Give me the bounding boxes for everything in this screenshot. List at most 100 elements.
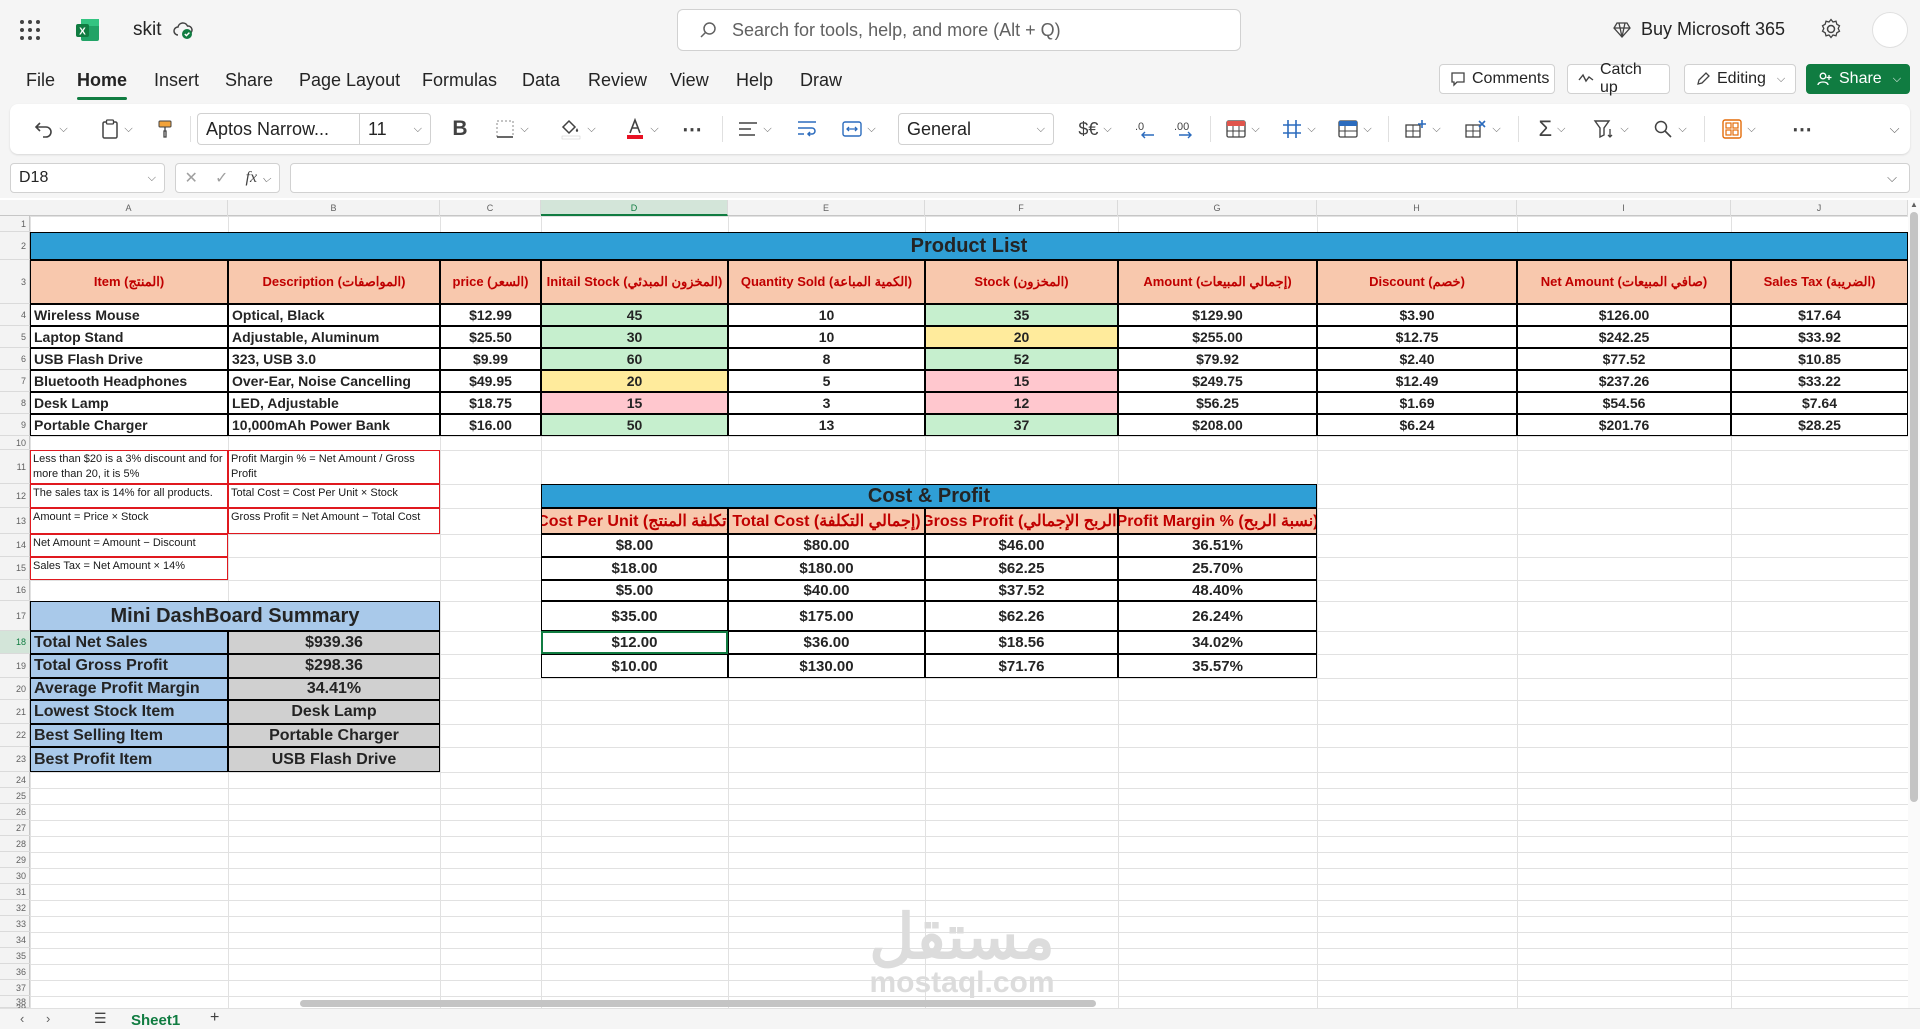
account-avatar[interactable] [1872,12,1908,48]
product-cell-r4-c3[interactable]: $12.99 [440,304,541,326]
product-cell-r9-c7[interactable]: $208.00 [1118,414,1317,436]
product-cell-r6-c7[interactable]: $79.92 [1118,348,1317,370]
app-launcher-icon[interactable] [18,18,42,42]
product-cell-r5-c2[interactable]: Adjustable, Aluminum [228,326,440,348]
dashboard-label-1[interactable]: Total Net Sales [30,631,228,654]
product-cell-r5-c8[interactable]: $12.75 [1317,326,1517,348]
dashboard-label-5[interactable]: Best Selling Item [30,724,228,747]
product-cell-r7-c10[interactable]: $33.22 [1731,370,1908,392]
note-sales-tax-formula[interactable]: Sales Tax = Net Amount × 14% [30,557,228,580]
ribbon-collapse-button[interactable]: ⌵ [1878,104,1906,154]
add-sheet-button[interactable]: + [210,1009,219,1027]
cost-cell-r16-c2[interactable]: $40.00 [728,580,925,601]
align-button[interactable]: ⌵ [730,104,780,154]
product-cell-r8-c5[interactable]: 3 [728,392,925,414]
number-format-select[interactable]: General ⌵ [898,113,1054,145]
tab-page-layout[interactable]: Page Layout [299,70,400,91]
product-cell-r8-c3[interactable]: $18.75 [440,392,541,414]
product-cell-r4-c2[interactable]: Optical, Black [228,304,440,326]
product-cell-r8-c10[interactable]: $7.64 [1731,392,1908,414]
product-header-7[interactable]: Amount (إجمالي المبيعات) [1118,260,1317,304]
tab-insert[interactable]: Insert [154,70,199,91]
product-cell-r7-c4[interactable]: 20 [541,370,728,392]
selected-cell-d18[interactable] [541,631,728,654]
cost-cell-r16-c1[interactable]: $5.00 [541,580,728,601]
scroll-tabs-right-icon[interactable]: › [46,1011,50,1026]
cost-cell-r19-c1[interactable]: $10.00 [541,654,728,678]
cost-cell-r15-c1[interactable]: $18.00 [541,557,728,580]
note-discount-rule[interactable]: Less than $20 is a 3% discount and for m… [30,450,228,484]
product-cell-r6-c3[interactable]: $9.99 [440,348,541,370]
cost-cell-r17-c3[interactable]: $62.26 [925,601,1118,631]
tab-share[interactable]: Share [225,70,273,91]
search-box[interactable]: Search for tools, help, and more (Alt + … [677,9,1241,51]
product-cell-r7-c8[interactable]: $12.49 [1317,370,1517,392]
product-cell-r5-c4[interactable]: 30 [541,326,728,348]
clipboard-button[interactable]: ⌵ [92,104,142,154]
undo-button[interactable]: ⌵ [26,104,76,154]
bold-button[interactable]: B [442,104,478,154]
product-cell-r6-c9[interactable]: $77.52 [1517,348,1731,370]
product-cell-r5-c9[interactable]: $242.25 [1517,326,1731,348]
cost-cell-r18-c4[interactable]: 34.02% [1118,631,1317,654]
more-font-options-button[interactable]: ⋯ [674,104,710,154]
tab-help[interactable]: Help [736,70,773,91]
buy-microsoft-365-link[interactable]: Buy Microsoft 365 [1641,19,1785,40]
product-cell-r8-c8[interactable]: $1.69 [1317,392,1517,414]
note-amount-formula[interactable]: Amount = Price × Stock [30,508,228,534]
product-cell-r8-c7[interactable]: $56.25 [1118,392,1317,414]
product-header-4[interactable]: Initail Stock (المخزون المبدئي) [541,260,728,304]
document-title[interactable]: skit [133,19,162,41]
product-cell-r7-c1[interactable]: Bluetooth Headphones [30,370,228,392]
settings-gear-icon[interactable] [1818,16,1844,42]
cost-cell-r17-c4[interactable]: 26.24% [1118,601,1317,631]
product-cell-r6-c10[interactable]: $10.85 [1731,348,1908,370]
cost-header-1[interactable]: Cost Per Unit (تكلفة المنتج) [541,508,728,534]
product-cell-r7-c7[interactable]: $249.75 [1118,370,1317,392]
product-cell-r9-c10[interactable]: $28.25 [1731,414,1908,436]
cost-profit-title[interactable]: Cost & Profit [541,484,1317,508]
conditional-formatting-button[interactable]: ⌵ [1218,104,1268,154]
cost-header-4[interactable]: Profit Margin % (نسبة الربح) [1118,508,1317,534]
cost-cell-r19-c2[interactable]: $130.00 [728,654,925,678]
share-button[interactable]: Share ⌵ [1806,64,1910,94]
merge-center-button[interactable]: ⌵ [832,104,886,154]
insert-cells-button[interactable]: ⌵ [1396,104,1450,154]
decrease-decimal-button[interactable]: .0 [1128,104,1162,154]
cost-header-3[interactable]: Gross Profit (الربح الإجمالي) [925,508,1118,534]
product-cell-r5-c3[interactable]: $25.50 [440,326,541,348]
product-cell-r4-c6[interactable]: 35 [925,304,1118,326]
vertical-scrollbar-thumb[interactable] [1910,212,1918,802]
sheet-tab-sheet1[interactable]: Sheet1 [131,1012,180,1029]
product-cell-r9-c8[interactable]: $6.24 [1317,414,1517,436]
product-cell-r9-c2[interactable]: 10,000mAh Power Bank [228,414,440,436]
cost-cell-r14-c4[interactable]: 36.51% [1118,534,1317,557]
note-net-amount-formula[interactable]: Net Amount = Amount − Discount [30,534,228,557]
add-ins-button[interactable]: ⌵ [1712,104,1766,154]
autosum-button[interactable]: Σ ⌵ [1526,104,1578,154]
cost-cell-r16-c4[interactable]: 48.40% [1118,580,1317,601]
dashboard-value-1[interactable]: $939.36 [228,631,440,654]
saved-status-icon[interactable] [172,19,194,41]
product-header-5[interactable]: Quantity Sold (الكمية المباعة) [728,260,925,304]
cost-cell-r18-c2[interactable]: $36.00 [728,631,925,654]
product-cell-r8-c1[interactable]: Desk Lamp [30,392,228,414]
cost-cell-r14-c1[interactable]: $8.00 [541,534,728,557]
product-cell-r8-c9[interactable]: $54.56 [1517,392,1731,414]
tab-file[interactable]: File [26,70,55,91]
product-cell-r9-c3[interactable]: $16.00 [440,414,541,436]
spreadsheet-grid[interactable]: ABCDEFGHIJ 1 2 3 4 5 6 7 8 9 10 11 12 13 14 15 16 17 18 19… [0,200,1908,1008]
cancel-icon[interactable]: ✕ [185,168,198,188]
format-as-table-button[interactable]: ⌵ [1274,104,1324,154]
product-cell-r6-c4[interactable]: 60 [541,348,728,370]
tab-formulas[interactable]: Formulas [422,70,497,91]
product-cell-r7-c3[interactable]: $49.95 [440,370,541,392]
product-cell-r4-c8[interactable]: $3.90 [1317,304,1517,326]
tab-draw[interactable]: Draw [800,70,842,91]
product-cell-r6-c2[interactable]: 323, USB 3.0 [228,348,440,370]
dashboard-value-2[interactable]: $298.36 [228,654,440,678]
product-cell-r9-c5[interactable]: 13 [728,414,925,436]
cost-cell-r14-c2[interactable]: $80.00 [728,534,925,557]
product-cell-r5-c6[interactable]: 20 [925,326,1118,348]
product-cell-r5-c7[interactable]: $255.00 [1118,326,1317,348]
